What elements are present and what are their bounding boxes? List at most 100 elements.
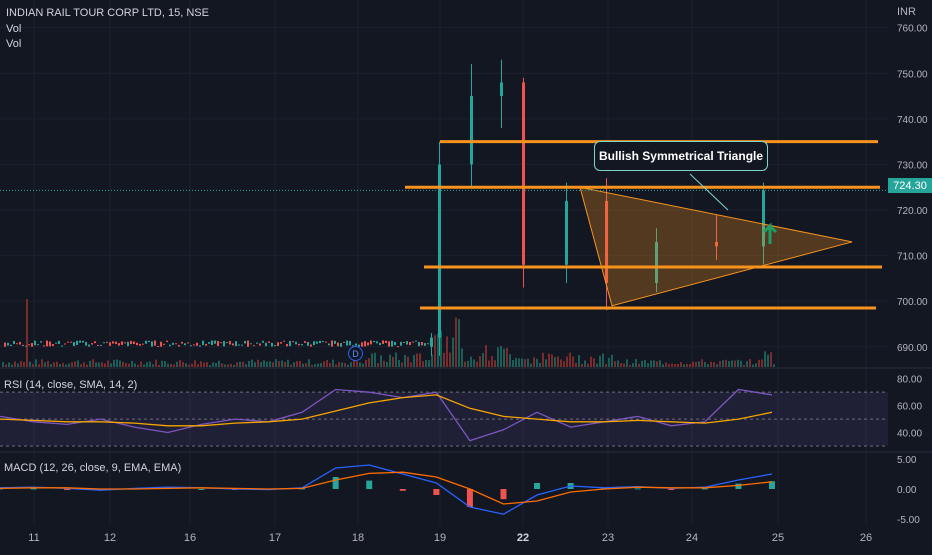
triangle-pattern xyxy=(579,186,853,307)
volume-bar xyxy=(752,364,754,367)
symbol-legend[interactable]: INDIAN RAIL TOUR CORP LTD, 15, NSE xyxy=(6,7,209,19)
candle-body xyxy=(238,344,240,346)
volume-bar xyxy=(500,345,502,367)
volume-bar xyxy=(20,361,22,367)
candle-body xyxy=(154,340,156,346)
volume-bar xyxy=(347,364,349,367)
candle-body xyxy=(340,343,342,347)
volume-bar xyxy=(683,364,685,367)
volume-bar xyxy=(647,363,649,367)
volume-bar xyxy=(527,358,529,367)
volume-bar xyxy=(656,361,658,367)
volume-bar xyxy=(14,361,16,367)
candle-body xyxy=(88,344,90,347)
candle-body xyxy=(25,345,27,347)
volume-bar xyxy=(413,354,415,367)
volume-bar xyxy=(653,360,655,367)
volume-bar xyxy=(287,359,289,367)
candle-body xyxy=(91,343,93,345)
volume-legend[interactable]: Vol xyxy=(6,23,21,35)
volume-bar xyxy=(548,353,550,367)
volume-bar xyxy=(713,362,715,367)
candle-body xyxy=(262,340,264,343)
dividend-event-badge[interactable]: D xyxy=(348,346,363,361)
candle-body xyxy=(247,340,249,347)
candle-body xyxy=(58,340,60,345)
volume-bar xyxy=(407,356,409,367)
volume-bar xyxy=(614,361,616,367)
candle-body xyxy=(265,342,267,347)
volume-bar xyxy=(122,361,124,367)
volume-bar xyxy=(284,361,286,367)
candle-body xyxy=(470,96,473,165)
volume-bar xyxy=(143,364,145,367)
volume-bar xyxy=(140,361,142,367)
volume-bar xyxy=(698,361,700,367)
candle-body xyxy=(397,346,399,348)
candle-body xyxy=(259,343,261,346)
macd-histogram-bar xyxy=(701,488,708,490)
candle-body xyxy=(73,342,75,347)
candle-body xyxy=(565,200,568,265)
candle-body xyxy=(409,342,411,346)
volume-bar xyxy=(692,361,694,367)
volume-bar xyxy=(386,362,388,367)
candle-body xyxy=(244,340,246,344)
price-tick-label: 730.00 xyxy=(897,160,928,171)
volume-bar xyxy=(341,362,343,367)
volume-bar xyxy=(47,360,49,367)
volume-bar xyxy=(224,364,226,367)
candle-body xyxy=(271,342,273,347)
volume-bar xyxy=(389,354,391,367)
volume-legend-2[interactable]: Vol xyxy=(6,38,21,50)
pattern-callout[interactable]: Bullish Symmetrical Triangle xyxy=(594,141,768,171)
volume-bar xyxy=(206,362,208,367)
candle-body xyxy=(223,341,225,347)
candle-body xyxy=(178,344,180,347)
candle-body xyxy=(130,340,132,345)
candle-body xyxy=(10,344,12,347)
volume-bar xyxy=(506,347,508,367)
volume-bar xyxy=(137,364,139,367)
candle-body xyxy=(103,342,105,344)
macd-legend[interactable]: MACD (12, 26, close, 9, EMA, EMA) xyxy=(4,462,181,474)
volume-bar xyxy=(452,337,454,367)
volume-bar xyxy=(764,351,766,367)
rsi-legend[interactable]: RSI (14, close, SMA, 14, 2) xyxy=(4,379,137,391)
macd-histogram-bar xyxy=(634,488,641,490)
callout-pointer xyxy=(689,173,729,211)
volume-bar xyxy=(434,335,436,367)
volume-bar xyxy=(665,362,667,367)
volume-bar xyxy=(8,362,10,367)
candle-body xyxy=(283,340,285,342)
volume-bar xyxy=(335,364,337,367)
candle-body xyxy=(19,341,21,345)
volume-bar xyxy=(281,360,283,367)
volume-bar xyxy=(659,360,661,367)
macd-histogram-bar xyxy=(534,483,541,489)
volume-bar xyxy=(188,364,190,367)
macd-series-line xyxy=(0,471,773,505)
candle-body xyxy=(148,340,150,343)
candle-body xyxy=(214,340,216,344)
volume-bar xyxy=(563,361,565,367)
volume-bar xyxy=(221,363,223,367)
volume-bar xyxy=(299,360,301,367)
volume-bar xyxy=(689,364,691,367)
candle-body xyxy=(64,343,66,345)
candle-body xyxy=(307,341,309,346)
candle-body xyxy=(268,341,270,343)
candle-body xyxy=(31,342,33,347)
candle-body xyxy=(196,342,198,346)
volume-bar xyxy=(470,356,472,367)
volume-bar xyxy=(149,361,151,367)
candle-body xyxy=(277,342,279,347)
macd-histogram-bar xyxy=(466,489,473,507)
volume-bar xyxy=(311,364,313,367)
volume-bar xyxy=(569,352,571,367)
volume-bar xyxy=(377,362,379,367)
volume-bar xyxy=(338,362,340,367)
volume-bar xyxy=(65,364,67,367)
candle-body xyxy=(331,340,333,347)
volume-bar xyxy=(209,364,211,367)
